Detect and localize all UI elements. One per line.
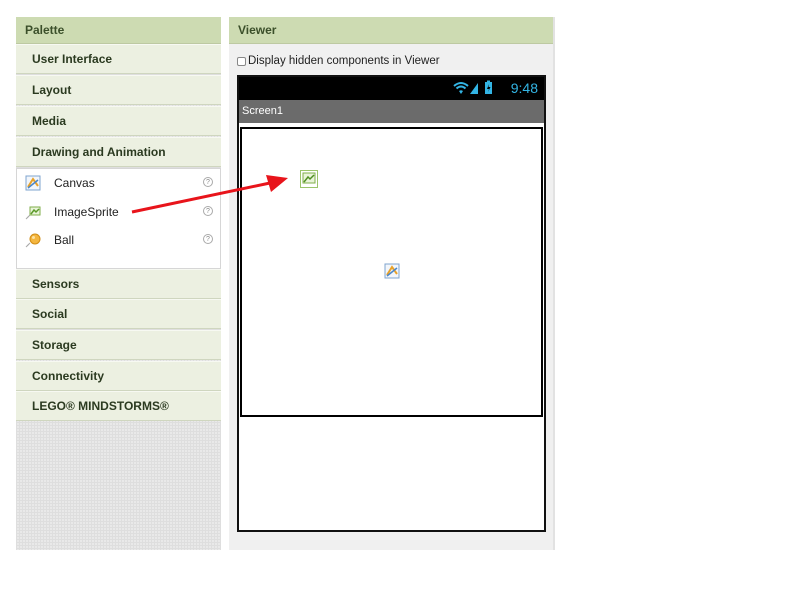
- wifi-icon: [453, 82, 469, 94]
- canvas-background-icon: [384, 263, 400, 279]
- display-hidden-checkbox[interactable]: [237, 57, 246, 66]
- display-hidden-label: Display hidden components in Viewer: [248, 55, 440, 67]
- palette-item-imagesprite[interactable]: ImageSprite ?: [17, 201, 220, 223]
- drawer-layout[interactable]: Layout: [16, 75, 221, 105]
- palette-header: Palette: [16, 17, 221, 44]
- help-icon[interactable]: ?: [203, 234, 213, 244]
- drawer-sensors[interactable]: Sensors: [16, 269, 221, 299]
- drawing-animation-component-list: Canvas ? ImageSprite ? Ball ?: [16, 168, 221, 269]
- drawer-storage[interactable]: Storage: [16, 330, 221, 360]
- battery-icon: [485, 80, 492, 94]
- screen-title-bar: Screen1: [239, 100, 544, 123]
- help-icon[interactable]: ?: [203, 206, 213, 216]
- status-bar: 9:48: [239, 77, 544, 100]
- phone-preview: 9:48 Screen1: [237, 75, 546, 532]
- drawer-connectivity[interactable]: Connectivity: [16, 361, 221, 391]
- imagesprite-icon: [25, 204, 41, 220]
- drawer-drawing-and-animation[interactable]: Drawing and Animation: [16, 137, 221, 167]
- status-time: 9:48: [510, 80, 538, 96]
- signal-icon: [470, 83, 478, 94]
- palette-item-canvas[interactable]: Canvas ?: [17, 172, 220, 194]
- imagesprite-label: ImageSprite: [54, 205, 119, 219]
- drawer-media[interactable]: Media: [16, 106, 221, 136]
- palette-item-ball[interactable]: Ball ?: [17, 229, 220, 251]
- ball-label: Ball: [54, 233, 75, 247]
- drawer-user-interface[interactable]: User Interface: [16, 44, 221, 74]
- drawer-lego-mindstorms[interactable]: LEGO® MINDSTORMS®: [16, 391, 221, 421]
- imagesprite-on-canvas-icon[interactable]: [300, 170, 318, 188]
- ball-icon: [25, 232, 41, 248]
- canvas-icon: [25, 175, 41, 191]
- status-icons: [452, 80, 496, 96]
- canvas-label: Canvas: [54, 176, 95, 190]
- drawer-social[interactable]: Social: [16, 299, 221, 329]
- viewer-header: Viewer: [229, 17, 553, 44]
- help-icon[interactable]: ?: [203, 177, 213, 187]
